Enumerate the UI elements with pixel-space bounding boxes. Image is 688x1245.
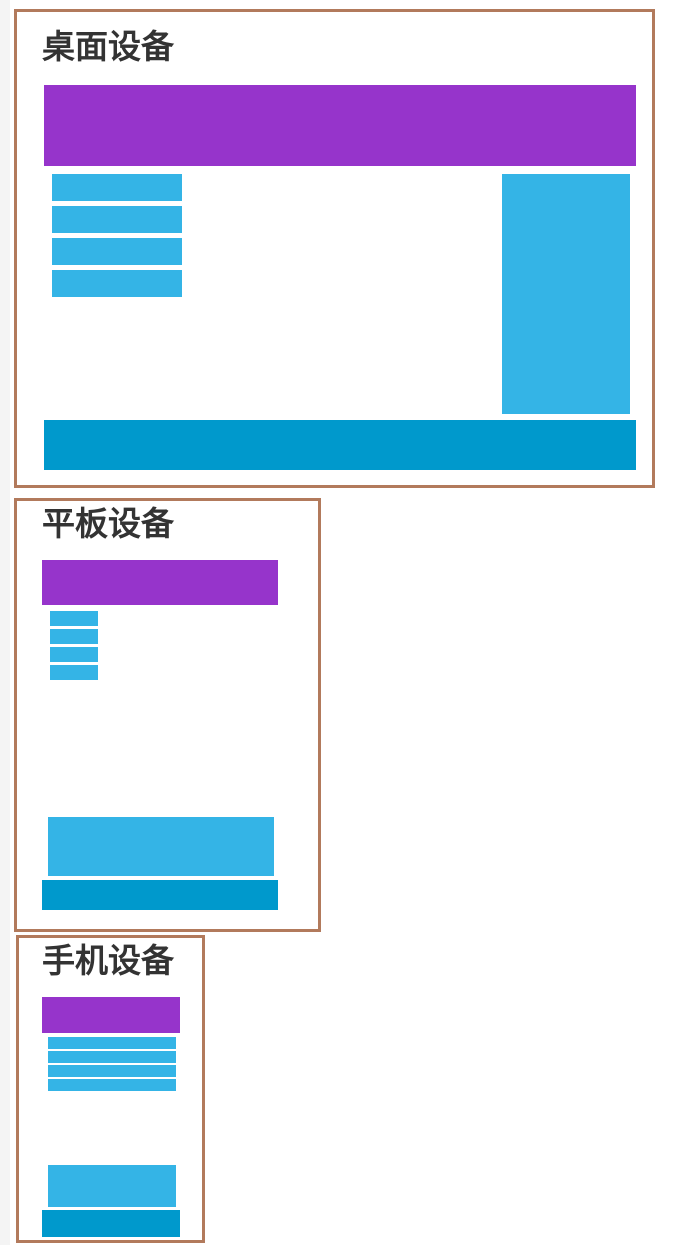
mobile-sidebar-block [48,1165,176,1207]
tablet-sidebar-block [48,817,274,876]
desktop-nav-item [52,174,182,201]
mobile-footer-block [42,1210,180,1237]
desktop-nav-item [52,270,182,297]
desktop-nav-item [52,238,182,265]
mobile-nav-item [48,1051,176,1063]
tablet-nav-item [50,611,98,626]
mobile-nav-item [48,1037,176,1049]
desktop-header-block [44,85,636,166]
desktop-footer-block [44,420,636,470]
tablet-nav-item [50,629,98,644]
desktop-sidebar-block [502,174,630,414]
page-left-strip [0,0,10,1245]
desktop-device-title: 桌面设备 [42,27,174,66]
mobile-header-block [42,997,180,1033]
tablet-header-block [42,560,278,605]
desktop-nav-item [52,206,182,233]
desktop-device-frame: 桌面设备 [14,9,655,488]
tablet-device-title: 平板设备 [42,504,174,543]
mobile-nav-item [48,1065,176,1077]
tablet-nav-item [50,665,98,680]
tablet-device-frame: 平板设备 [14,498,321,932]
mobile-device-title: 手机设备 [42,941,174,980]
tablet-nav-item [50,647,98,662]
mobile-device-frame: 手机设备 [16,935,205,1243]
mobile-nav-item [48,1079,176,1091]
tablet-footer-block [42,880,278,910]
